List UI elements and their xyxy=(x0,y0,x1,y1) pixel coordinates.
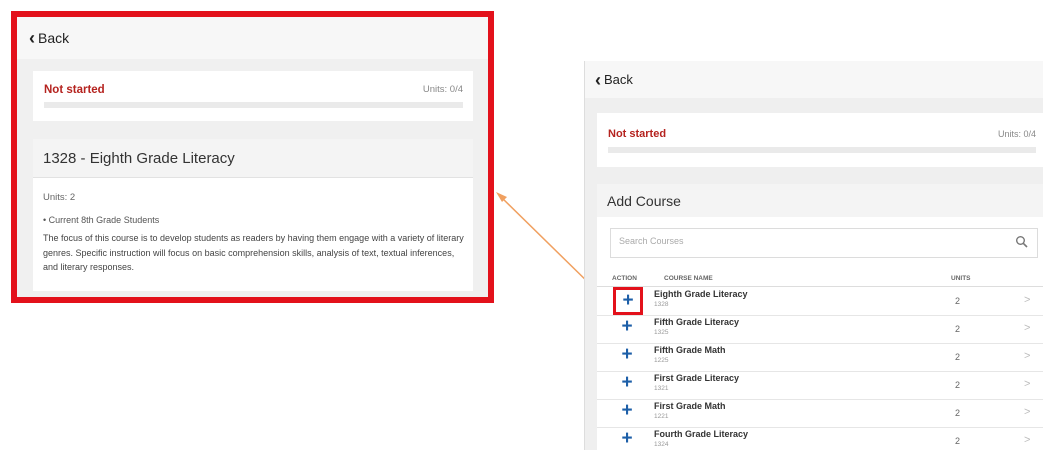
add-course-plus-icon[interactable]: + xyxy=(618,373,636,393)
table-row[interactable]: + First Grade Math 1221 2 > xyxy=(597,399,1043,428)
course-code: 1328 xyxy=(654,301,669,308)
column-header-course-name: COURSE NAME xyxy=(664,275,713,282)
chevron-right-icon[interactable]: > xyxy=(1024,406,1030,418)
course-name: First Grade Math xyxy=(654,401,726,411)
add-course-panel: Add Course ACTION COURSE NAME UNITS + Ei… xyxy=(597,184,1043,450)
add-course-plus-icon[interactable]: + xyxy=(618,345,636,365)
table-row[interactable]: + Eighth Grade Literacy 1328 2 > xyxy=(597,287,1043,316)
column-header-units: UNITS xyxy=(951,275,971,282)
add-course-plus-icon[interactable]: + xyxy=(618,429,636,449)
table-row[interactable]: + Fourth Grade Literacy 1324 2 > xyxy=(597,427,1043,450)
status-label: Not started xyxy=(608,128,667,140)
search-box xyxy=(610,228,1038,258)
search-input[interactable] xyxy=(617,235,1001,247)
course-units: 2 xyxy=(955,380,961,390)
screen-top-bar: ‹ Back xyxy=(585,61,1043,98)
add-course-plus-icon[interactable]: + xyxy=(613,287,643,315)
course-code: 1321 xyxy=(654,385,669,392)
course-code: 1221 xyxy=(654,413,669,420)
course-name: First Grade Literacy xyxy=(654,373,740,383)
chevron-right-icon[interactable]: > xyxy=(1024,322,1030,334)
progress-bar xyxy=(608,147,1036,153)
chevron-right-icon[interactable]: > xyxy=(1024,378,1030,390)
add-course-plus-icon[interactable]: + xyxy=(618,317,636,337)
course-code: 1325 xyxy=(654,329,669,336)
chevron-right-icon[interactable]: > xyxy=(1024,350,1030,362)
course-units: 2 xyxy=(955,352,961,362)
units-progress: Units: 0/4 xyxy=(997,129,1036,139)
course-table-header: ACTION COURSE NAME UNITS xyxy=(597,272,1043,287)
chevron-right-icon[interactable]: > xyxy=(1024,434,1030,446)
search-icon[interactable] xyxy=(1015,235,1029,249)
course-units: 2 xyxy=(955,296,961,306)
chevron-left-icon: ‹ xyxy=(595,69,601,90)
table-row[interactable]: + Fifth Grade Literacy 1325 2 > xyxy=(597,315,1043,344)
course-code: 1324 xyxy=(654,441,669,448)
course-name: Fifth Grade Literacy xyxy=(654,317,740,327)
course-code: 1225 xyxy=(654,357,669,364)
course-units: 2 xyxy=(955,436,961,446)
column-header-action: ACTION xyxy=(612,275,637,282)
course-name: Fifth Grade Math xyxy=(654,345,726,355)
chevron-right-icon[interactable]: > xyxy=(1024,294,1030,306)
add-course-title: Add Course xyxy=(597,184,1043,217)
status-card: Not started Units: 0/4 xyxy=(597,113,1043,167)
back-button[interactable]: ‹ Back xyxy=(595,71,633,89)
course-name: Fourth Grade Literacy xyxy=(654,429,749,439)
course-units: 2 xyxy=(955,324,961,334)
add-course-plus-icon[interactable]: + xyxy=(618,401,636,421)
back-label: Back xyxy=(604,72,633,87)
add-course-screen: ‹ Back Not started Units: 0/4 Add Course… xyxy=(584,61,1043,450)
table-row[interactable]: + First Grade Literacy 1321 2 > xyxy=(597,371,1043,400)
course-name: Eighth Grade Literacy xyxy=(654,289,748,299)
table-row[interactable]: + Fifth Grade Math 1225 2 > xyxy=(597,343,1043,372)
course-units: 2 xyxy=(955,408,961,418)
